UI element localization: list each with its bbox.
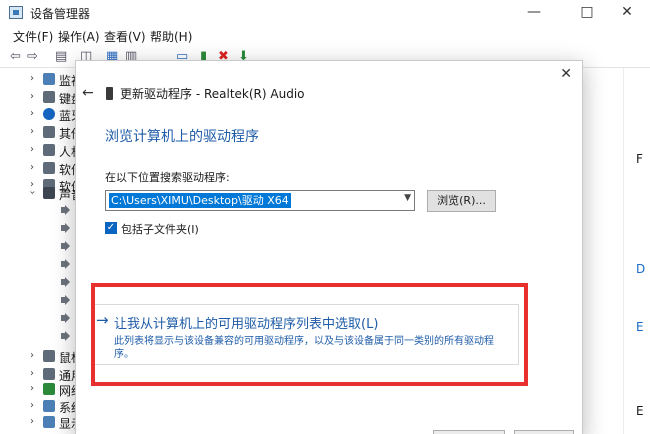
chevron-right-icon[interactable]: › bbox=[30, 368, 34, 379]
forward-icon[interactable]: ⇨ bbox=[27, 49, 38, 64]
window-title: 设备管理器 bbox=[30, 7, 91, 21]
menu-view[interactable]: 查看(V) bbox=[104, 28, 146, 45]
menu-help[interactable]: 帮助(H) bbox=[150, 28, 192, 45]
chevron-right-icon[interactable]: › bbox=[30, 350, 34, 361]
tree-item-hid[interactable]: › 人机 bbox=[0, 141, 83, 161]
dialog-header: 更新驱动程序 - Realtek(R) Audio bbox=[120, 87, 305, 101]
properties-icon[interactable]: ▤ bbox=[55, 49, 67, 64]
annotation-highlight bbox=[91, 283, 528, 386]
menu-bar: 文件(F) 操作(A) 查看(V) 帮助(H) bbox=[0, 26, 650, 46]
menu-file[interactable]: 文件(F) bbox=[13, 28, 53, 45]
include-subfolders-label: 包括子文件夹(I) bbox=[121, 223, 199, 236]
hid-icon bbox=[43, 144, 55, 156]
chevron-right-icon[interactable]: › bbox=[30, 108, 34, 119]
background-text: E bbox=[636, 404, 644, 418]
bluetooth-icon bbox=[43, 108, 55, 120]
close-icon[interactable]: ✕ bbox=[560, 66, 572, 82]
back-icon[interactable]: ⇦ bbox=[10, 49, 21, 64]
chevron-right-icon[interactable]: › bbox=[30, 73, 34, 84]
tree-item-display[interactable]: › 显示 bbox=[0, 413, 83, 433]
display-icon bbox=[43, 416, 55, 428]
background-properties-window: F D E E bbox=[623, 68, 650, 434]
chevron-right-icon[interactable]: › bbox=[30, 383, 34, 394]
chevron-down-icon[interactable]: ▼ bbox=[404, 193, 411, 203]
keyboard-icon bbox=[43, 91, 55, 103]
mouse-icon bbox=[43, 350, 55, 362]
software-icon bbox=[43, 162, 55, 174]
speaker-icon bbox=[61, 330, 71, 342]
speaker-icon bbox=[61, 240, 71, 252]
speaker-icon bbox=[61, 276, 71, 288]
speaker-icon bbox=[61, 294, 71, 306]
tree-item-monitor[interactable]: › 监视 bbox=[0, 70, 83, 90]
network-icon bbox=[43, 383, 55, 395]
browse-button[interactable]: 浏览(R)... bbox=[427, 190, 496, 212]
device-icon bbox=[43, 126, 55, 138]
speaker-icon bbox=[61, 312, 71, 324]
usb-icon bbox=[43, 368, 55, 380]
speaker-icon bbox=[61, 222, 71, 234]
chevron-down-icon[interactable]: › bbox=[27, 191, 38, 195]
chevron-right-icon[interactable]: › bbox=[30, 416, 34, 427]
driver-path-combobox[interactable]: C:\Users\XIMU\Desktop\驱动 X64 ▼ bbox=[105, 190, 415, 211]
device-manager-icon bbox=[9, 6, 23, 19]
speaker-icon bbox=[61, 258, 71, 270]
monitor-icon bbox=[43, 73, 55, 85]
system-icon bbox=[43, 400, 55, 412]
background-link[interactable]: D bbox=[636, 262, 645, 276]
minimize-icon[interactable]: — bbox=[511, 2, 557, 24]
tree-item-other[interactable]: › 其他 bbox=[0, 123, 83, 143]
sound-icon bbox=[43, 187, 55, 199]
chevron-right-icon[interactable]: › bbox=[30, 91, 34, 102]
background-text: F bbox=[636, 152, 643, 166]
close-icon[interactable]: ✕ bbox=[604, 2, 650, 24]
dialog-heading: 浏览计算机上的驱动程序 bbox=[105, 129, 259, 145]
tree-item-mouse[interactable]: › 鼠标 bbox=[0, 347, 83, 367]
driver-path-value[interactable]: C:\Users\XIMU\Desktop\驱动 X64 bbox=[109, 193, 291, 208]
audio-device-icon bbox=[106, 87, 113, 100]
include-subfolders-checkbox[interactable]: ✓ bbox=[105, 222, 117, 234]
speaker-icon bbox=[61, 204, 71, 216]
tree-item-bluetooth[interactable]: › 蓝牙 bbox=[0, 105, 83, 125]
chevron-right-icon[interactable]: › bbox=[30, 400, 34, 411]
chevron-right-icon[interactable]: › bbox=[30, 162, 34, 173]
chevron-right-icon[interactable]: › bbox=[30, 126, 34, 137]
tree-item-sound[interactable]: › 声音 bbox=[0, 184, 83, 204]
background-link[interactable]: E bbox=[636, 320, 644, 334]
chevron-right-icon[interactable]: › bbox=[30, 144, 34, 155]
back-arrow-icon[interactable]: ← bbox=[82, 85, 94, 101]
cancel-button[interactable] bbox=[514, 430, 574, 434]
menu-action[interactable]: 操作(A) bbox=[58, 28, 100, 45]
search-location-label: 在以下位置搜索驱动程序: bbox=[105, 171, 230, 184]
next-button[interactable] bbox=[433, 430, 505, 434]
title-bar: 设备管理器 — □ ✕ bbox=[0, 0, 650, 26]
